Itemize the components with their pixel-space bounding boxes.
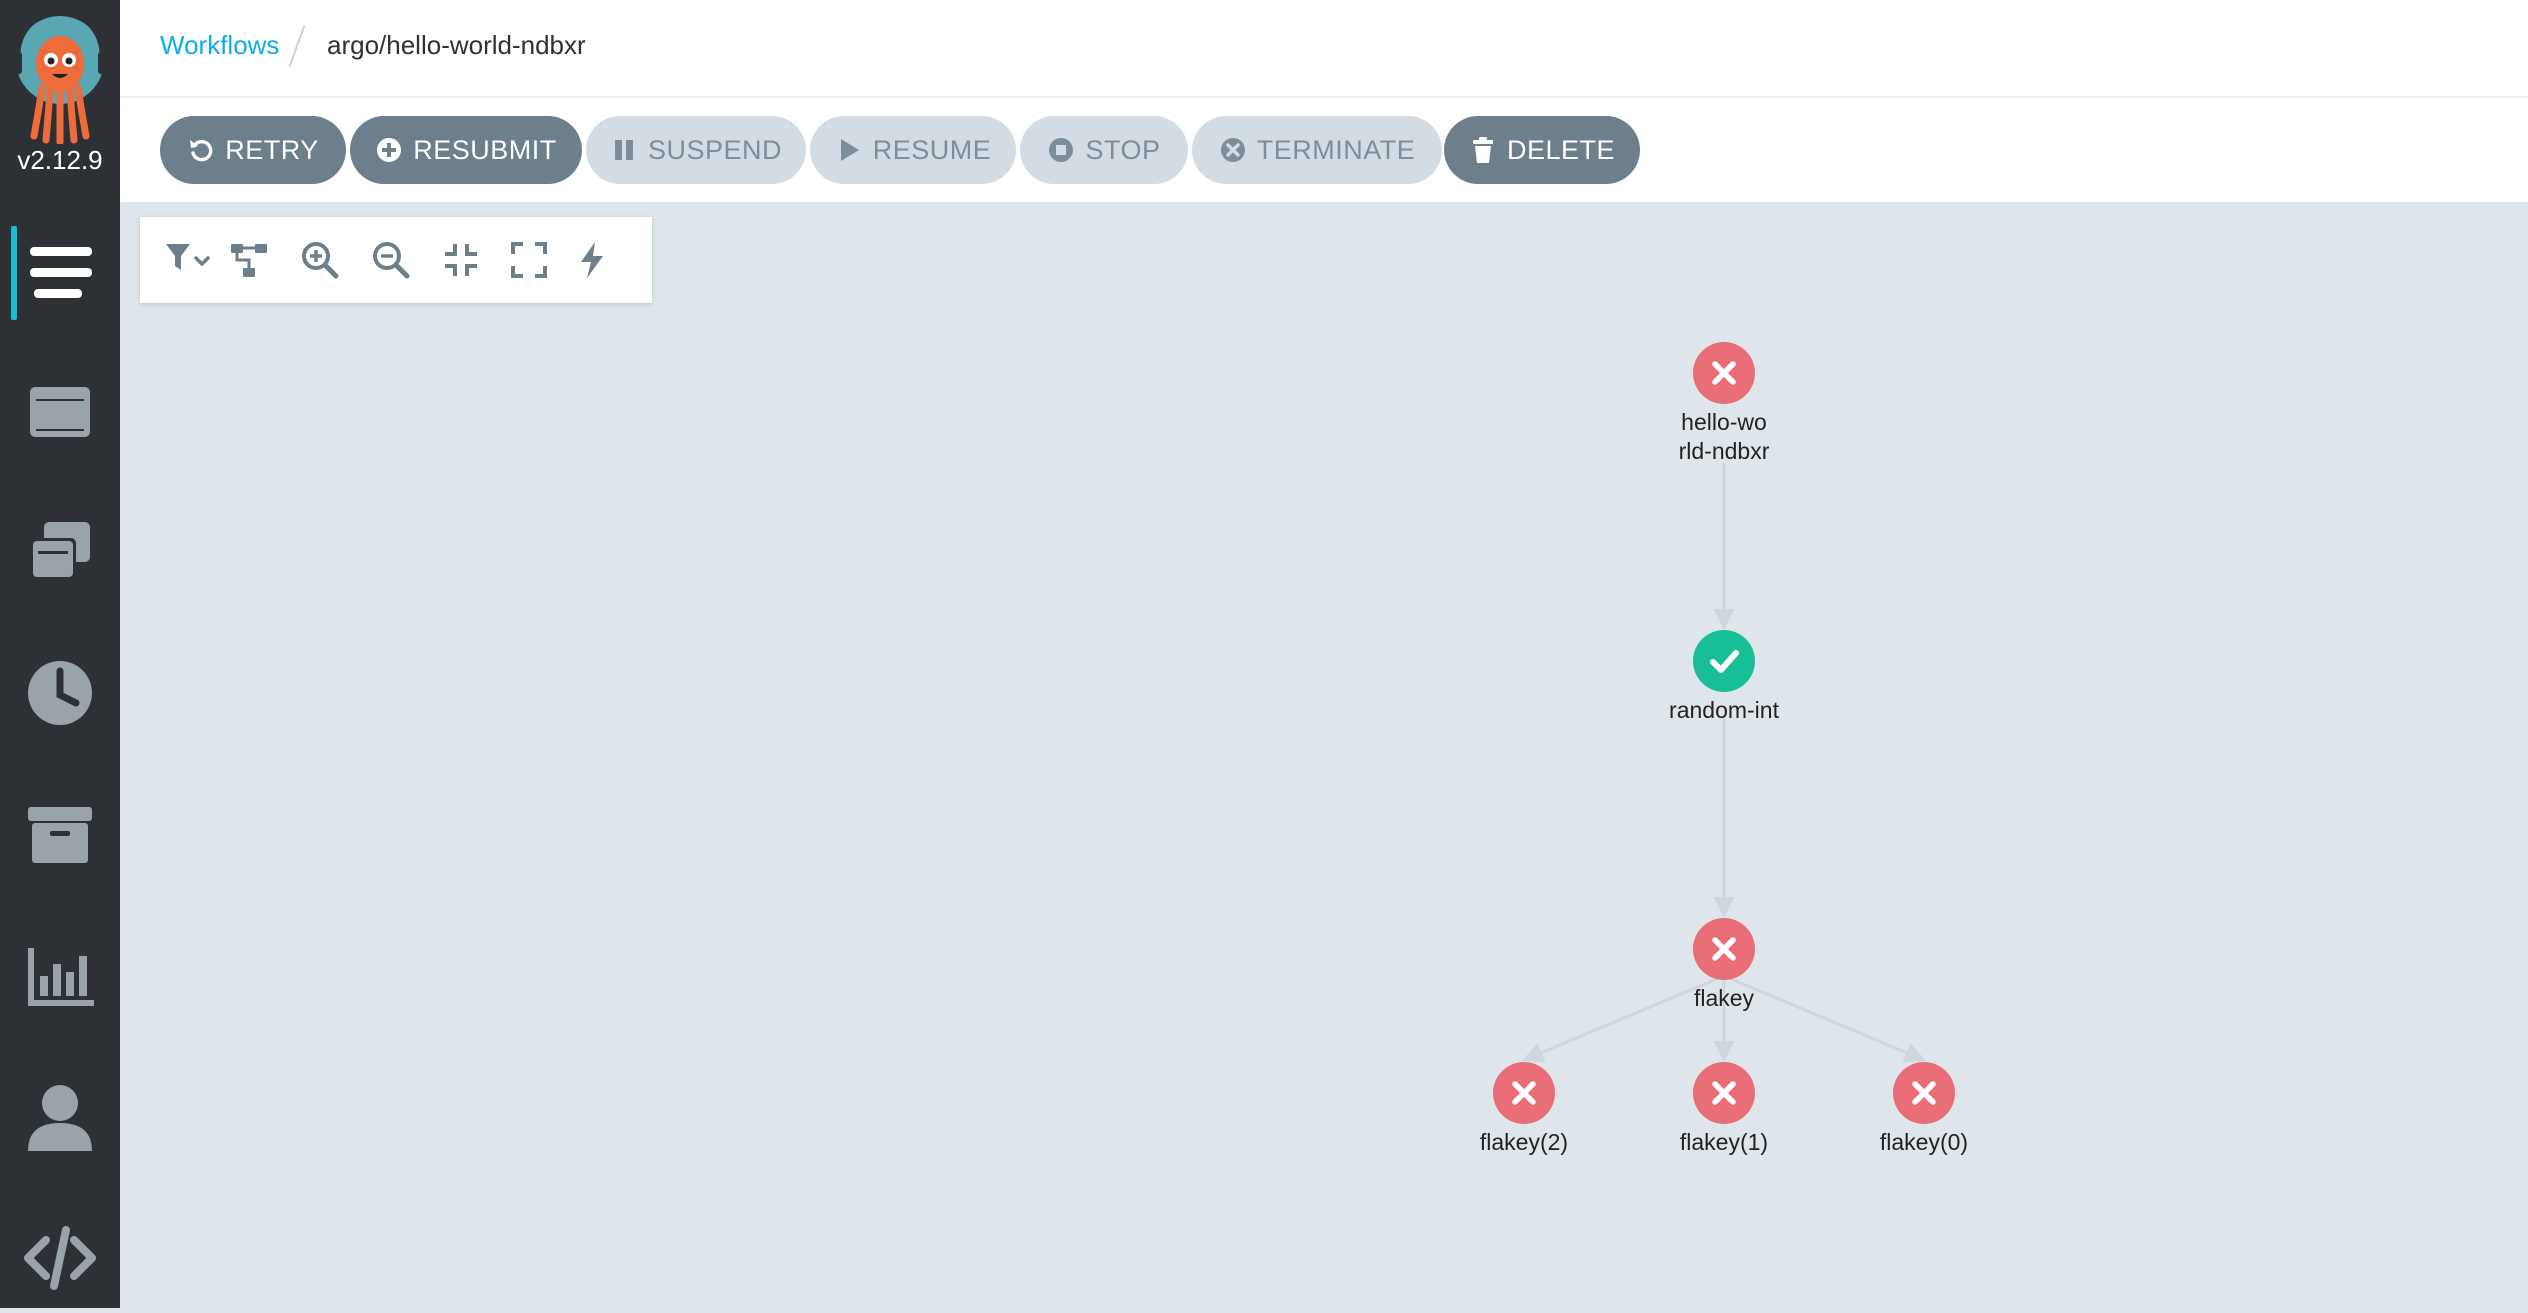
user-icon: [24, 1081, 96, 1153]
stop-circle-icon: [1047, 136, 1075, 164]
retry-label: RETRY: [225, 135, 319, 166]
retry-button[interactable]: RETRY: [160, 116, 346, 184]
node-label: random-int: [1669, 697, 1780, 723]
stop-label: STOP: [1085, 135, 1160, 166]
workflow-graph: hello-wo rld-ndbxr random-int flakey flakey(…: [120, 203, 2528, 1308]
times-circle-icon: [1219, 136, 1247, 164]
terminate-button[interactable]: TERMINATE: [1192, 116, 1442, 184]
graph-node[interactable]: flakey: [1693, 918, 1755, 1011]
resubmit-label: RESUBMIT: [413, 135, 557, 166]
node-label: flakey(0): [1880, 1129, 1968, 1155]
sidebar-item-workflows[interactable]: [0, 218, 120, 328]
trash-icon: [1469, 136, 1497, 164]
sidebar-item-cluster-workflow-templates[interactable]: [0, 497, 120, 607]
workflows-icon: [24, 237, 96, 309]
workflow-templates-icon: [24, 375, 96, 447]
resubmit-button[interactable]: RESUBMIT: [350, 116, 582, 184]
node-label: rld-ndbxr: [1679, 438, 1770, 464]
breadcrumb-current: argo/hello-world-ndbxr: [327, 30, 586, 61]
suspend-label: SUSPEND: [648, 135, 782, 166]
resume-label: RESUME: [873, 135, 992, 166]
header: Workflows argo/hello-world-ndbxr: [120, 0, 2528, 98]
play-icon: [835, 136, 863, 164]
argo-logo[interactable]: [12, 14, 108, 144]
archive-icon: [24, 799, 96, 871]
plus-circle-icon: [375, 136, 403, 164]
graph-node[interactable]: hello-wo rld-ndbxr: [1679, 342, 1770, 464]
sidebar-item-user[interactable]: [0, 1062, 120, 1172]
sidebar-item-api-docs[interactable]: [0, 1203, 120, 1313]
sidebar-item-archived-workflows[interactable]: [0, 780, 120, 890]
retry-icon: [187, 136, 215, 164]
node-label: flakey(1): [1680, 1129, 1768, 1155]
clock-icon: [24, 657, 96, 729]
action-toolbar: RETRY RESUBMIT SUSPEND RESUME STOP TERMI…: [120, 98, 2528, 204]
graph-canvas: hello-wo rld-ndbxr random-int flakey flakey(…: [120, 203, 2528, 1308]
version-label: v2.12.9: [0, 145, 120, 176]
graph-node[interactable]: flakey(2): [1480, 1062, 1568, 1155]
graph-node[interactable]: flakey(0): [1880, 1062, 1968, 1155]
suspend-button[interactable]: SUSPEND: [586, 116, 806, 184]
sidebar: v2.12.9: [0, 0, 120, 1308]
pause-icon: [610, 136, 638, 164]
sidebar-item-workflow-templates[interactable]: [0, 356, 120, 466]
delete-label: DELETE: [1507, 135, 1615, 166]
terminate-label: TERMINATE: [1257, 135, 1416, 166]
node-label: hello-wo: [1681, 409, 1767, 435]
resume-button[interactable]: RESUME: [810, 116, 1016, 184]
delete-button[interactable]: DELETE: [1444, 116, 1640, 184]
sidebar-item-reports[interactable]: [0, 921, 120, 1031]
graph-node[interactable]: random-int: [1669, 630, 1780, 723]
code-icon: [24, 1222, 96, 1294]
node-label: flakey(2): [1480, 1129, 1568, 1155]
bar-chart-icon: [24, 940, 96, 1012]
sidebar-item-cron-workflows[interactable]: [0, 638, 120, 748]
breadcrumb-separator: [289, 25, 306, 67]
stop-button[interactable]: STOP: [1020, 116, 1188, 184]
cluster-workflow-templates-icon: [24, 516, 96, 588]
breadcrumb-workflows-link[interactable]: Workflows: [160, 30, 279, 61]
node-status-succeeded-icon[interactable]: [1693, 630, 1755, 692]
graph-node[interactable]: flakey(1): [1680, 1062, 1768, 1155]
node-label: flakey: [1694, 985, 1755, 1011]
